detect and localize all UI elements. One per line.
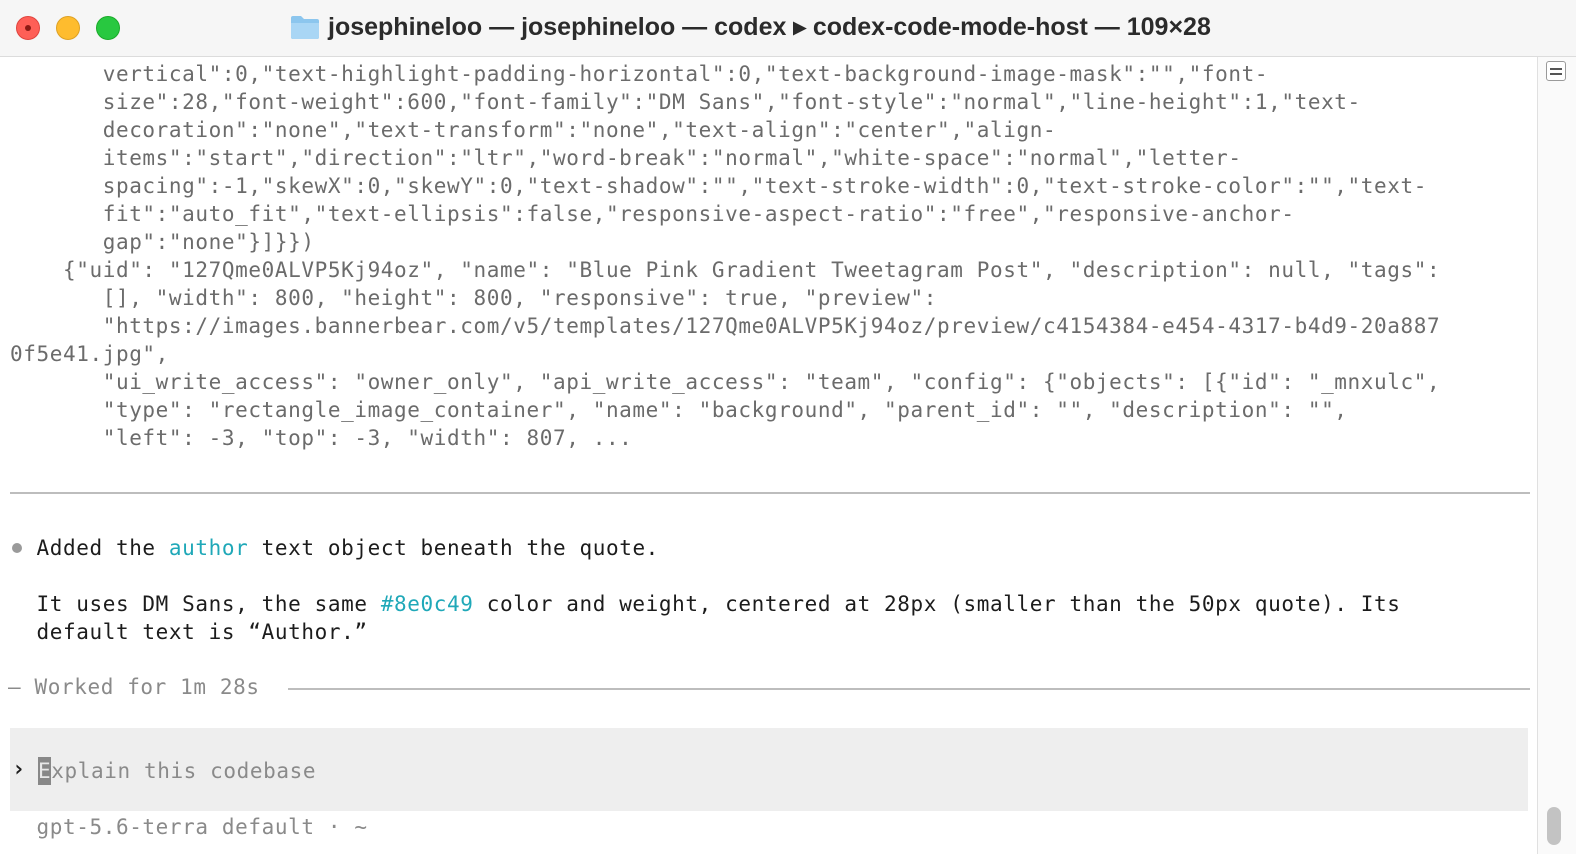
output-line: spacing":-1,"skewX":0,"skewY":0,"text-sh…	[10, 174, 1428, 198]
message-text: text object beneath the quote.	[248, 536, 659, 560]
output-line: size":28,"font-weight":600,"font-family"…	[10, 90, 1361, 114]
message-text: Added the	[10, 536, 169, 560]
text-cursor: E	[38, 757, 52, 785]
output-line: "ui_write_access": "owner_only", "api_wr…	[10, 370, 1441, 394]
output-line: "https://images.bannerbear.com/v5/templa…	[10, 314, 1441, 338]
prompt-symbol: ›	[12, 757, 26, 782]
output-line: fit":"auto_fit","text-ellipsis":false,"r…	[10, 202, 1295, 226]
output-line: {"uid": "127Qme0ALVP5Kj94oz", "name": "B…	[10, 258, 1441, 282]
worked-status: — Worked for 1m 28s	[8, 675, 260, 699]
output-line: 0f5e41.jpg",	[10, 342, 169, 366]
composer-placeholder[interactable]: Explain this codebase	[38, 757, 316, 785]
placeholder-text: xplain this codebase	[51, 759, 317, 783]
message-highlight: author	[168, 536, 249, 560]
assistant-message-line: Added the author text object beneath the…	[10, 534, 659, 562]
output-line: "type": "rectangle_image_container", "na…	[10, 398, 1348, 422]
assistant-message-line: It uses DM Sans, the same #8e0c49 color …	[10, 590, 1401, 618]
zoom-window-button[interactable]	[96, 16, 120, 40]
output-line: vertical":0,"text-highlight-padding-hori…	[10, 62, 1269, 86]
output-line: "left": -3, "top": -3, "width": 807, ...	[10, 426, 633, 450]
window-title: josephineloo — josephineloo — codex ▸ co…	[328, 13, 1211, 41]
output-line: items":"start","direction":"ltr","word-b…	[10, 146, 1242, 170]
message-text: It uses DM Sans, the same	[10, 592, 381, 616]
assistant-message-line: default text is “Author.”	[10, 620, 368, 644]
output-line: decoration":"none","text-transform":"non…	[10, 118, 1057, 142]
status-separator	[288, 688, 1530, 690]
output-line: gap":"none"}]}})	[10, 230, 315, 254]
model-info: gpt-5.6-terra default · ~	[10, 815, 368, 839]
title-bar: josephineloo — josephineloo — codex ▸ co…	[0, 0, 1576, 57]
minimize-window-button[interactable]	[56, 16, 80, 40]
scrollbar[interactable]	[1537, 57, 1576, 854]
message-text: color and weight, centered at 28px (smal…	[473, 592, 1401, 616]
message-highlight: #8e0c49	[380, 592, 474, 616]
close-window-button[interactable]	[16, 16, 40, 40]
output-line: [], "width": 800, "height": 800, "respon…	[10, 286, 938, 310]
scrollbar-thumb[interactable]	[1547, 807, 1561, 845]
menu-icon[interactable]	[1546, 61, 1566, 81]
separator	[10, 492, 1530, 494]
folder-icon	[291, 16, 319, 39]
